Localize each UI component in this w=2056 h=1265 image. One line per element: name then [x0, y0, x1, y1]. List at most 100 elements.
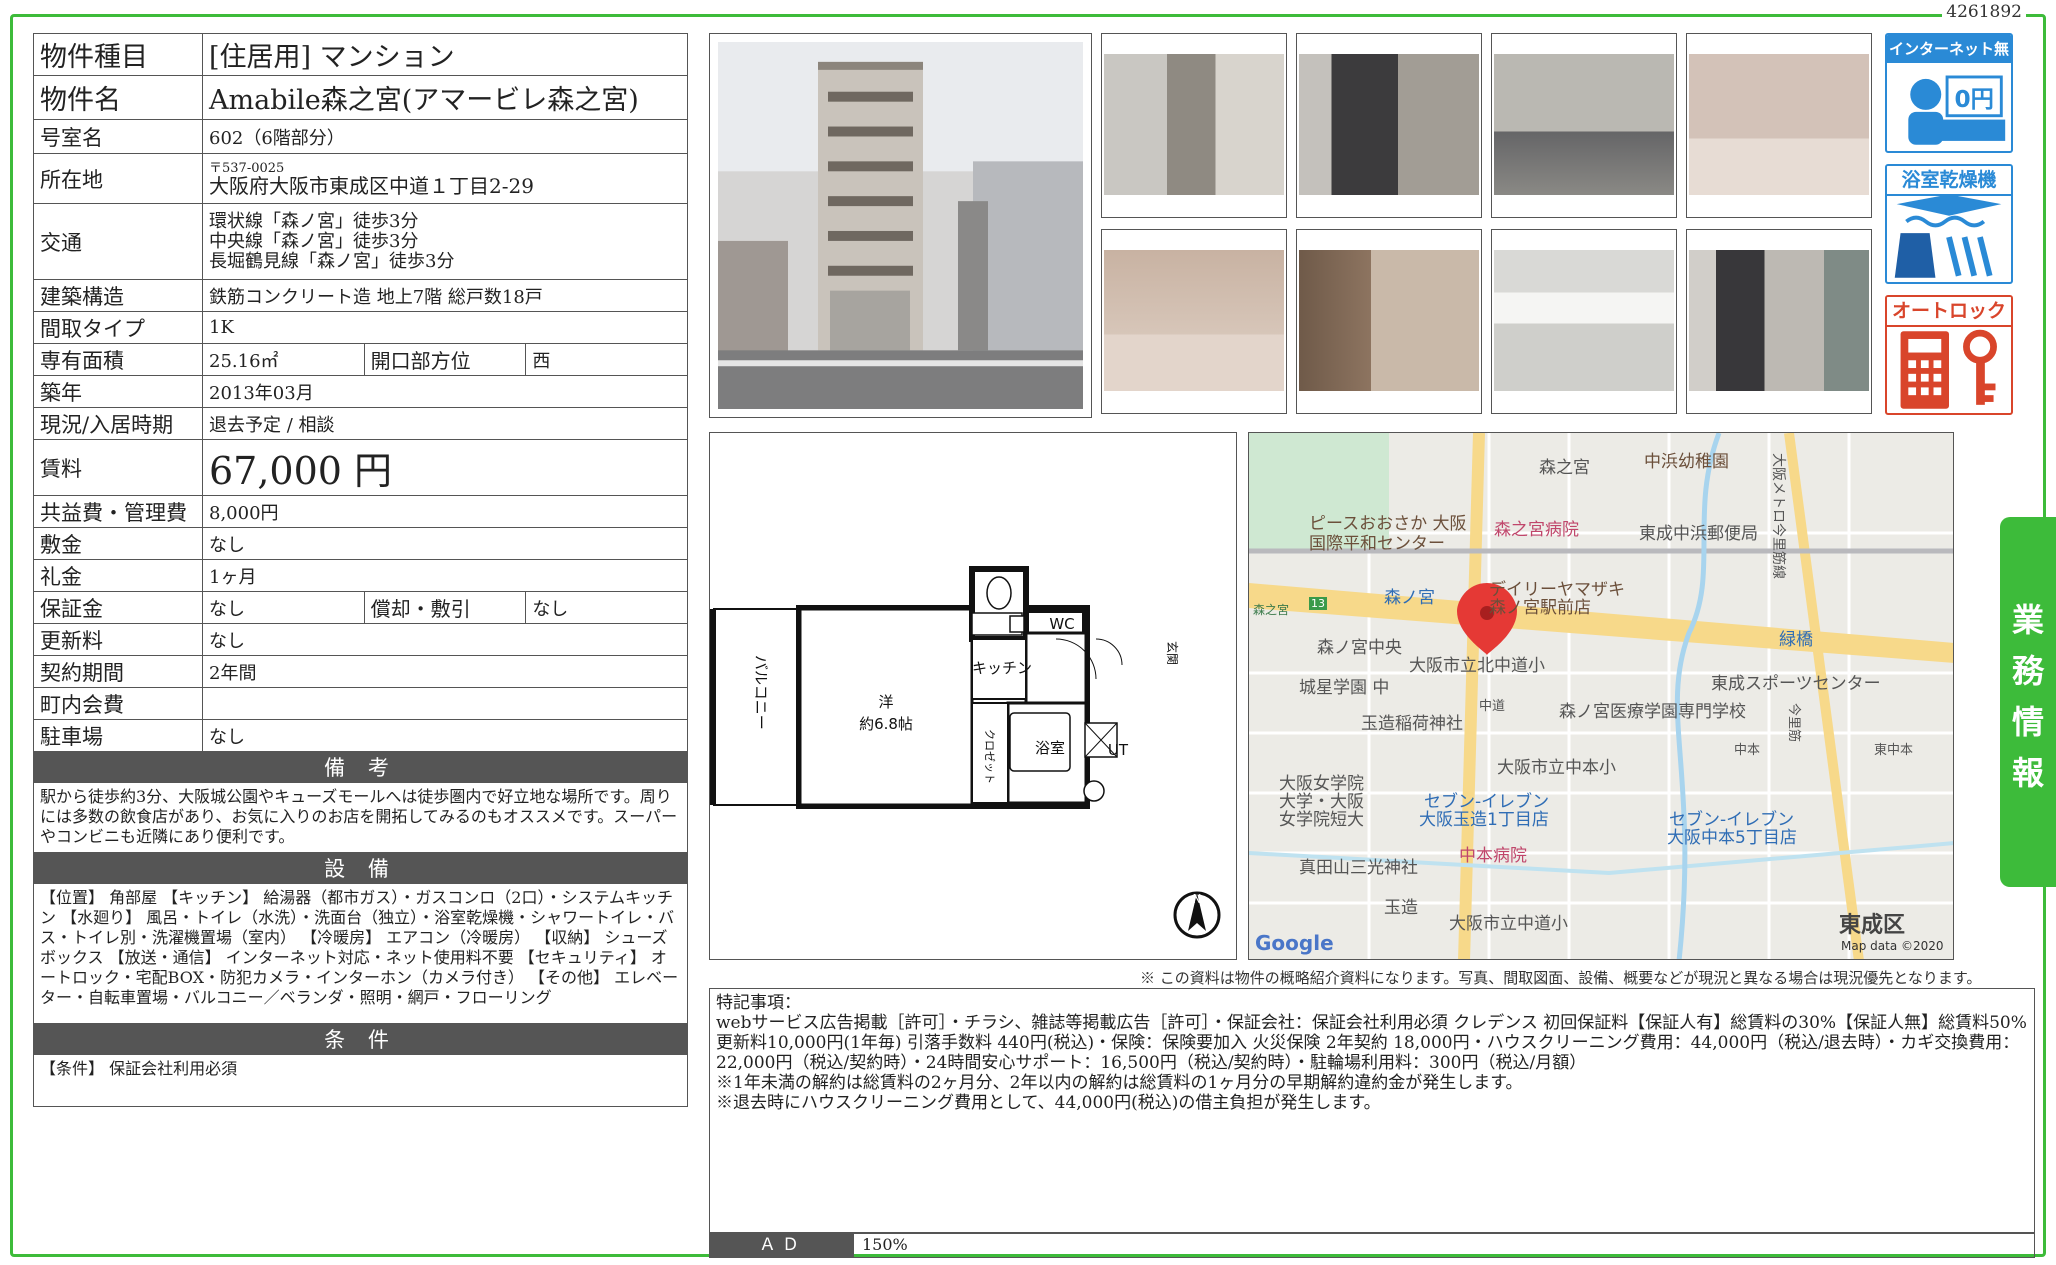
ad-row: ＡＤ 150% [709, 1232, 2035, 1258]
deposit-label: 敷金 [33, 527, 203, 560]
business-info-label: 業務情報 [2011, 601, 2044, 792]
badge-sub: 0円 [1954, 86, 1993, 113]
map-label: 国際平和センター [1309, 534, 1445, 554]
map-label: 森之宮 [1253, 603, 1290, 617]
equipment-text: 【位置】 角部屋 【キッチン】 給湯器（都市ガス）・ガスコンロ（2口）・システム… [33, 883, 688, 1024]
remarks-header: 備 考 [33, 751, 688, 783]
bath-photo [1686, 33, 1872, 218]
guarantee-label: 保証金 [33, 591, 203, 624]
map-label: 大阪中本5丁目店 [1667, 828, 1797, 848]
renewal-label: 更新料 [33, 623, 203, 656]
address-value: 大阪府大阪市東成区中道１丁目2-29 [209, 173, 534, 198]
kitchen-label: キッチン [972, 659, 1032, 677]
map-label: 真田山三光神社 [1299, 858, 1418, 878]
room-photo [1101, 33, 1287, 218]
built-value: 2013年03月 [202, 375, 688, 408]
term-value: 2年間 [202, 655, 688, 688]
map-label: 中本 [1734, 743, 1761, 758]
town-fee-value [202, 687, 688, 720]
rent-label: 賃料 [33, 439, 203, 496]
map-label: 玉造稲荷神社 [1361, 714, 1463, 734]
map-label: 13 [1309, 597, 1327, 610]
special-notes: 特記事項： webサービス広告掲載［許可］・チラシ、雑誌等掲載広告［許可］・保証… [709, 988, 2035, 1234]
internet-free-icon: 0円 [1887, 63, 2011, 151]
map-label: 今里筋 [1786, 703, 1801, 743]
conditions-text: 【条件】 保証会社利用必須 [33, 1054, 688, 1107]
access-label: 交通 [33, 203, 203, 280]
access-line: 長堀鶴見線「森ノ宮」徒歩3分 [209, 250, 455, 272]
notes-line: ※1年未満の解約は総賃料の2ヶ月分、2年以内の解約は総賃料の1ヶ月分の早期解約違… [716, 1073, 1523, 1093]
status-value: 退去予定 / 相談 [202, 407, 688, 440]
ad-label: ＡＤ [710, 1233, 854, 1257]
disclaimer: ※ この資料は物件の概略紹介資料になります。写真、間取図面、設備、概要などが現況… [1140, 969, 1982, 987]
name-label: 物件名 [33, 75, 203, 120]
map-label: 女学院短大 [1279, 810, 1364, 830]
conditions-header: 条 件 [33, 1023, 688, 1055]
business-info-tab[interactable]: 業務情報 [2000, 517, 2056, 887]
map-label: 東成スポーツセンター [1711, 674, 1881, 694]
ad-value: 150% [862, 1235, 908, 1254]
layout-label: 間取タイプ [33, 311, 203, 344]
location-map[interactable]: 森之宮 中浜幼稚園 ピースおおさか 大阪 国際平和センター 森之宮病院 東成中浜… [1248, 432, 1954, 960]
bathroom-dryer-icon [1887, 194, 2011, 282]
deposit-value: なし [202, 527, 688, 560]
balcony-label: バルコニー [752, 655, 770, 730]
access-line: 環状線「森ノ宮」徒歩3分 [209, 210, 419, 232]
aircon-photo [1491, 229, 1677, 414]
map-label: 森ノ宮医療学園専門学校 [1559, 702, 1746, 722]
map-data-credit: Map data ©2020 [1841, 939, 1944, 953]
type-label: 物件種目 [33, 33, 203, 76]
direction-label: 開口部方位 [363, 343, 527, 376]
status-label: 現況/入居時期 [33, 407, 203, 440]
bath-label: 浴室 [1035, 739, 1065, 757]
bathroom-dryer-badge: 浴室乾燥機 [1885, 164, 2013, 284]
map-label: 中道 [1479, 699, 1506, 714]
entrance-label: 玄関 [1165, 641, 1180, 665]
washroom-photo [1296, 229, 1482, 414]
property-id: 4261892 [1942, 2, 2026, 22]
room-photo [1686, 229, 1872, 414]
access-line: 中央線「森ノ宮」徒歩3分 [209, 230, 419, 252]
key-money-value: 1ヶ月 [202, 559, 688, 592]
map-label: 中浜幼稚園 [1644, 452, 1729, 472]
built-label: 築年 [33, 375, 203, 408]
name-value: Amabile森之宮(アマービレ森之宮) [202, 75, 688, 120]
notes-heading: 特記事項： [716, 993, 801, 1013]
autolock-badge: オートロック [1885, 295, 2013, 415]
map-label: 大阪市立北中道小 [1409, 656, 1545, 676]
parking-label: 駐車場 [33, 719, 203, 752]
map-label: 東成中浜郵便局 [1639, 524, 1758, 544]
amortization-value: なし [525, 591, 688, 624]
notes-line: webサービス広告掲載［許可］・チラシ、雑誌等掲載広告［許可］・保証会社：保証会… [716, 1013, 2027, 1073]
renewal-value: なし [202, 623, 688, 656]
map-label: 大阪市立中道小 [1449, 914, 1568, 934]
guarantee-value: なし [202, 591, 365, 624]
area-label: 専有面積 [33, 343, 203, 376]
badge-title: インターネット無料 [1887, 35, 2011, 86]
room-label: 洋 [878, 693, 893, 711]
key-money-label: 礼金 [33, 559, 203, 592]
term-label: 契約期間 [33, 655, 203, 688]
remarks-text: 駅から徒歩約3分、大阪城公園やキューズモールへは徒歩圏内で好立地な場所です。周り… [33, 782, 688, 853]
internet-free-badge: インターネット無料 0円 [1885, 33, 2013, 153]
floor-plan: バルコニー 洋 約6.8帖 キッチン WC 玄関 浴室 UT クロゼット N [709, 432, 1237, 960]
rent-value: 67,000 円 [202, 439, 688, 496]
map-label: 城星学園 中 [1299, 678, 1390, 698]
map-label: 大阪メトロ今里筋線 [1770, 453, 1786, 579]
map-label: 東中本 [1874, 743, 1914, 758]
equipment-header: 設 備 [33, 852, 688, 884]
layout-value: 1K [202, 311, 688, 344]
ut-label: UT [1108, 741, 1129, 759]
google-logo: Google [1255, 931, 1334, 955]
property-table: 物件種目 [住居用] マンション 物件名 Amabile森之宮(アマービレ森之宮) … [33, 33, 688, 1107]
fee-label: 共益費・管理費 [33, 495, 203, 528]
map-label: 森ノ宮中央 [1317, 638, 1402, 658]
badge-title: オートロック [1887, 297, 2011, 327]
parking-value: なし [202, 719, 688, 752]
wc-label: WC [1049, 615, 1074, 633]
room-size-label: 約6.8帖 [859, 715, 913, 733]
map-label: 大阪玉造1丁目店 [1419, 810, 1549, 830]
building-photo [709, 33, 1092, 418]
map-label: 玉造 [1384, 898, 1418, 918]
map-label: 緑橋 [1779, 630, 1813, 650]
